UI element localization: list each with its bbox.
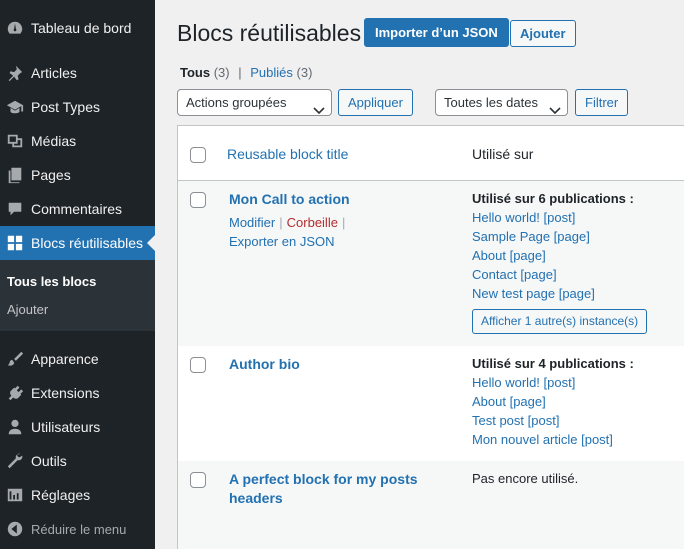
chevron-down-icon: [549, 98, 561, 115]
sidebar-item-utilisateurs[interactable]: Utilisateurs: [0, 410, 155, 444]
submenu-item-all-blocks[interactable]: Tous les blocs: [7, 274, 96, 289]
pin-icon: [4, 63, 26, 83]
collapse-menu-button[interactable]: Réduire le menu: [0, 512, 155, 546]
table-row: A perfect block for my posts headers Pas…: [178, 461, 684, 549]
collapse-menu-label: Réduire le menu: [31, 521, 127, 537]
sidebar-item-label: Post Types: [31, 99, 101, 115]
filter-separator: |: [238, 65, 242, 80]
plugin-icon: [4, 383, 26, 403]
block-title-link[interactable]: Mon Call to action: [229, 190, 350, 209]
sidebar-item-articles[interactable]: Articles: [0, 56, 155, 90]
edit-link[interactable]: Modifier: [229, 215, 275, 230]
filter-all-link[interactable]: Tous: [180, 65, 210, 80]
usage-link[interactable]: Mon nouvel article [post]: [472, 432, 613, 447]
date-filter-select[interactable]: Toutes les dates: [435, 89, 568, 116]
block-title-link-continued[interactable]: headers: [229, 489, 283, 508]
sidebar-item-label: Blocs réutilisables: [31, 235, 144, 251]
pages-icon: [4, 165, 26, 185]
sidebar-item-apparence[interactable]: Apparence: [0, 342, 155, 376]
table-header: Reusable block title Utilisé sur: [178, 126, 684, 181]
status-filter-links: Tous (3) | Publiés (3): [180, 65, 312, 80]
sidebar-item-label: Apparence: [31, 351, 99, 367]
sidebar-item-label: Tableau de bord: [31, 20, 132, 36]
submenu-item-add[interactable]: Ajouter: [7, 302, 48, 317]
usage-link[interactable]: Hello world! [post]: [472, 375, 575, 390]
blocks-table: Reusable block title Utilisé sur Mon Cal…: [177, 125, 684, 549]
bulk-actions-select[interactable]: Actions groupées: [177, 89, 332, 116]
usage-none: Pas encore utilisé.: [472, 471, 579, 486]
sidebar-item-label: Articles: [31, 65, 77, 81]
sidebar-item-medias[interactable]: Médias: [0, 124, 155, 158]
filter-published-count: (3): [296, 65, 313, 80]
usage-link[interactable]: Test post [post]: [472, 413, 559, 428]
collapse-icon: [4, 520, 26, 538]
chevron-down-icon: [313, 98, 325, 115]
wrench-icon: [4, 451, 26, 471]
row-actions-export: Exporter en JSON: [229, 232, 335, 251]
block-title-link[interactable]: A perfect block for my posts: [229, 470, 418, 489]
sidebar-item-label: Utilisateurs: [31, 419, 101, 435]
blocks-icon: [4, 233, 26, 253]
column-header-title[interactable]: Reusable block title: [227, 146, 348, 162]
import-json-button[interactable]: Importer d’un JSON: [364, 18, 509, 47]
usage-link[interactable]: Contact [page]: [472, 267, 557, 282]
usage-link[interactable]: Hello world! [post]: [472, 210, 575, 225]
settings-icon: [4, 485, 26, 505]
action-separator: |: [279, 215, 283, 230]
paintbrush-icon: [4, 349, 26, 369]
usage-link[interactable]: Sample Page [page]: [472, 229, 590, 244]
block-title-link[interactable]: Author bio: [229, 355, 300, 374]
sidebar-item-outils[interactable]: Outils: [0, 444, 155, 478]
usage-link[interactable]: About [page]: [472, 394, 546, 409]
filter-published-link[interactable]: Publiés: [250, 65, 293, 80]
usage-summary: Utilisé sur 4 publications :: [472, 356, 634, 371]
bulk-actions-value: Actions groupées: [186, 95, 287, 110]
usage-summary: Utilisé sur 6 publications :: [472, 191, 634, 206]
row-checkbox[interactable]: [190, 472, 206, 488]
show-more-instances-button[interactable]: Afficher 1 autre(s) instance(s): [472, 309, 648, 334]
sidebar-item-label: Médias: [31, 133, 77, 149]
filter-button[interactable]: Filtrer: [575, 89, 629, 116]
sidebar-item-label: Extensions: [31, 385, 100, 401]
sidebar-item-reglages[interactable]: Réglages: [0, 478, 155, 512]
main-content: Blocs réutilisables Importer d’un JSON A…: [155, 0, 684, 549]
trash-link[interactable]: Corbeille: [287, 215, 338, 230]
row-actions: Modifier | Corbeille |: [229, 213, 349, 232]
date-filter-value: Toutes les dates: [444, 95, 538, 110]
page-title: Blocs réutilisables: [177, 20, 362, 46]
sidebar-item-label: Pages: [31, 167, 71, 183]
filter-all-count: (3): [213, 65, 230, 80]
table-row: Author bio Utilisé sur 4 publications : …: [178, 346, 684, 461]
sidebar-item-extensions[interactable]: Extensions: [0, 376, 155, 410]
sidebar-item-pages[interactable]: Pages: [0, 158, 155, 192]
column-header-used: Utilisé sur: [472, 146, 534, 162]
select-all-checkbox[interactable]: [190, 147, 206, 163]
sidebar-item-post-types[interactable]: Post Types: [0, 90, 155, 124]
dashboard-icon: [4, 18, 26, 38]
media-icon: [4, 131, 26, 151]
user-icon: [4, 417, 26, 437]
submenu: Tous les blocs Ajouter: [0, 260, 155, 331]
sidebar-item-blocs-reutilisables[interactable]: Blocs réutilisables: [0, 226, 155, 260]
sidebar-item-label: Réglages: [31, 487, 91, 503]
row-checkbox[interactable]: [190, 192, 206, 208]
comment-icon: [4, 199, 26, 219]
sidebar-item-commentaires[interactable]: Commentaires: [0, 192, 155, 226]
usage-link[interactable]: About [page]: [472, 248, 546, 263]
add-block-button[interactable]: Ajouter: [510, 20, 576, 47]
table-row: Mon Call to action Modifier | Corbeille | E…: [178, 181, 684, 346]
export-json-link[interactable]: Exporter en JSON: [229, 234, 335, 249]
active-indicator: [147, 235, 155, 251]
action-separator: |: [341, 215, 346, 230]
usage-link[interactable]: New test page [page]: [472, 286, 595, 301]
admin-sidebar: Tableau de bord Articles Post Types Médi…: [0, 0, 155, 549]
row-checkbox[interactable]: [190, 357, 206, 373]
sidebar-item-dashboard[interactable]: Tableau de bord: [0, 11, 155, 45]
sidebar-item-label: Commentaires: [31, 201, 123, 217]
apply-bulk-button[interactable]: Appliquer: [338, 89, 413, 116]
sidebar-item-label: Outils: [31, 453, 67, 469]
graduation-cap-icon: [4, 97, 26, 117]
